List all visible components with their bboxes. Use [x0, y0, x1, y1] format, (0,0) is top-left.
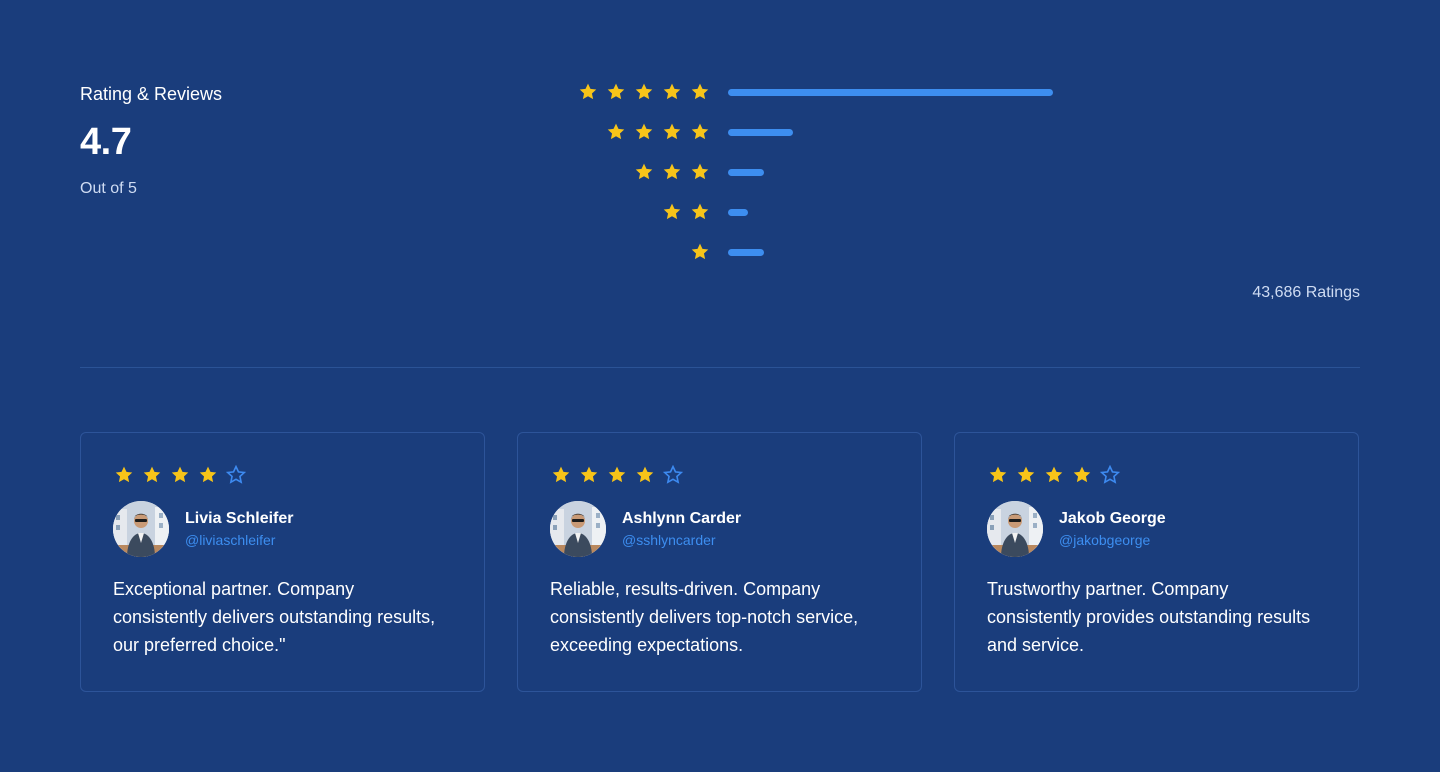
star-filled-icon	[1044, 465, 1064, 485]
author-name: Jakob George	[1059, 510, 1166, 527]
star-filled-icon	[578, 82, 598, 102]
distribution-bar-track	[728, 248, 1053, 256]
score-scale: Out of 5	[80, 180, 137, 197]
star-filled-icon	[170, 465, 190, 485]
star-filled-icon	[634, 162, 654, 182]
star-outline-icon	[1100, 465, 1120, 485]
author-name: Livia Schleifer	[185, 510, 294, 527]
star-filled-icon	[607, 465, 627, 485]
distribution-row-5	[560, 80, 1360, 104]
distribution-bar-track	[728, 88, 1053, 96]
avatar	[987, 501, 1043, 557]
star-filled-icon	[1016, 465, 1036, 485]
distribution-bar	[728, 128, 793, 136]
star-filled-icon	[551, 465, 571, 485]
review-author: Ashlynn Carder @sshlyncarder	[550, 501, 889, 557]
review-author: Livia Schleifer @liviaschleifer	[113, 501, 452, 557]
distribution-bar	[728, 208, 748, 216]
star-filled-icon	[142, 465, 162, 485]
review-rating	[551, 465, 889, 485]
star-filled-icon	[662, 162, 682, 182]
summary-title: Rating & Reviews	[80, 84, 223, 104]
star-filled-icon	[634, 122, 654, 142]
review-card: Livia Schleifer @liviaschleifer Exceptiona…	[80, 432, 485, 692]
star-filled-icon	[662, 202, 682, 222]
distribution-bar-track	[728, 168, 1053, 176]
avatar	[550, 501, 606, 557]
review-rating	[114, 465, 452, 485]
ratings-page: Rating & Reviews 4.7 Out of 5 43,686 Rat…	[0, 0, 1440, 772]
review-card: Ashlynn Carder @sshlyncarder Reliable, res…	[517, 432, 922, 692]
total-ratings: 43,686 Ratings	[1252, 284, 1360, 301]
distribution-bar	[728, 88, 1053, 96]
star-filled-icon	[690, 202, 710, 222]
row-stars	[560, 202, 728, 222]
rating-distribution	[560, 80, 1360, 280]
distribution-row-4	[560, 120, 1360, 144]
author-handle[interactable]: @jakobgeorge	[1059, 530, 1166, 550]
rating-summary: Rating & Reviews 4.7 Out of 5	[80, 82, 222, 200]
star-filled-icon	[634, 82, 654, 102]
star-filled-icon	[635, 465, 655, 485]
author-handle[interactable]: @liviaschleifer	[185, 530, 294, 550]
author-name: Ashlynn Carder	[622, 510, 742, 527]
row-stars	[560, 82, 728, 102]
distribution-row-3	[560, 160, 1360, 184]
star-filled-icon	[606, 122, 626, 142]
review-author: Jakob George @jakobgeorge	[987, 501, 1326, 557]
star-filled-icon	[690, 162, 710, 182]
divider	[80, 367, 1360, 368]
review-text: Trustworthy partner. Company consistentl…	[987, 579, 1311, 655]
review-text: Exceptional partner. Company consistentl…	[113, 579, 436, 655]
author-info: Livia Schleifer @liviaschleifer	[185, 508, 294, 550]
star-filled-icon	[579, 465, 599, 485]
review-rating	[988, 465, 1326, 485]
star-filled-icon	[988, 465, 1008, 485]
row-stars	[560, 122, 728, 142]
review-card: Jakob George @jakobgeorge Trustworthy part…	[954, 432, 1359, 692]
star-filled-icon	[690, 82, 710, 102]
star-outline-icon	[663, 465, 683, 485]
star-filled-icon	[690, 242, 710, 262]
average-score: 4.7	[80, 121, 132, 163]
distribution-row-1	[560, 240, 1360, 264]
row-stars	[560, 162, 728, 182]
row-stars	[560, 242, 728, 262]
review-cards: Livia Schleifer @liviaschleifer Exceptiona…	[80, 432, 1359, 692]
star-filled-icon	[114, 465, 134, 485]
author-info: Jakob George @jakobgeorge	[1059, 508, 1166, 550]
avatar	[113, 501, 169, 557]
distribution-row-2	[560, 200, 1360, 224]
distribution-bar	[728, 248, 764, 256]
distribution-bar-track	[728, 208, 1053, 216]
author-handle[interactable]: @sshlyncarder	[622, 530, 741, 550]
author-info: Ashlynn Carder @sshlyncarder	[622, 508, 741, 550]
star-filled-icon	[1072, 465, 1092, 485]
star-filled-icon	[198, 465, 218, 485]
star-filled-icon	[606, 82, 626, 102]
star-filled-icon	[662, 82, 682, 102]
distribution-bar-track	[728, 128, 1053, 136]
star-filled-icon	[690, 122, 710, 142]
review-text: Reliable, results-driven. Company consis…	[550, 579, 859, 655]
distribution-bar	[728, 168, 764, 176]
star-filled-icon	[662, 122, 682, 142]
star-outline-icon	[226, 465, 246, 485]
